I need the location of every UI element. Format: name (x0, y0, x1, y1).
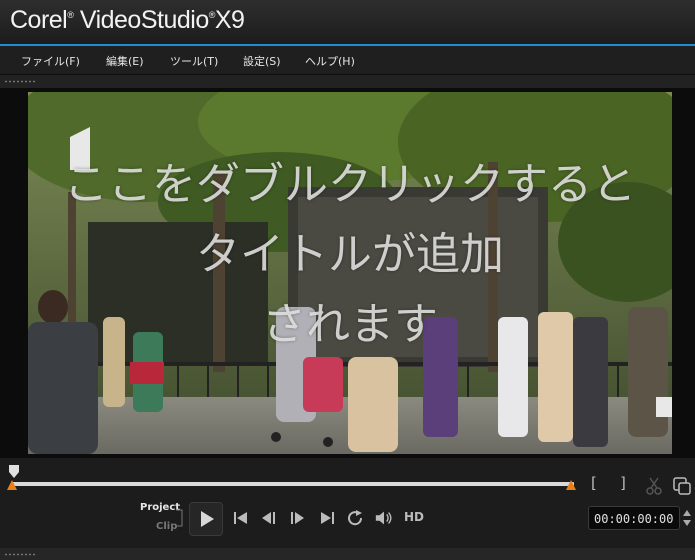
timecode-spinner-icon[interactable] (682, 508, 692, 528)
title-overlay-placeholder[interactable]: ここをダブルクリックすると タイトルが追加 されます (28, 150, 672, 360)
title-overlay-line: ここをダブルクリックすると (64, 159, 636, 210)
menu-settings[interactable]: 設定(S) (243, 53, 281, 69)
go-to-end-icon[interactable] (317, 509, 337, 527)
timecode-field[interactable]: 00:00:00:00 (588, 506, 680, 530)
bottom-grip-bar (0, 548, 695, 560)
project-mode-toggle[interactable]: Project (140, 502, 180, 513)
preview-window: ここをダブルクリックすると タイトルが追加 されます (0, 88, 695, 458)
previous-frame-icon[interactable] (259, 509, 279, 527)
go-to-start-icon[interactable] (231, 509, 251, 527)
video-preview[interactable]: ここをダブルクリックすると タイトルが追加 されます (28, 92, 672, 454)
scissors-icon[interactable] (645, 477, 663, 495)
scrubber-track[interactable] (12, 482, 574, 486)
play-button[interactable] (189, 502, 223, 536)
menu-tools[interactable]: ツール(T) (170, 53, 218, 69)
repeat-icon[interactable] (346, 509, 366, 527)
app-product: VideoStudio (79, 6, 209, 34)
mode-bracket-icon (176, 509, 183, 527)
menu-file[interactable]: ファイル(F) (21, 53, 80, 69)
playback-controls: [ ] Project Clip HD 00:00:00:00 (0, 458, 695, 548)
play-icon (201, 511, 214, 527)
title-overlay-line: されます (262, 299, 438, 350)
menu-help[interactable]: ヘルプ(H) (305, 53, 355, 69)
title-overlay-line: タイトルが追加 (196, 229, 504, 280)
app-brand: Corel (10, 6, 68, 34)
app-title: Corel® VideoStudio®X9 (10, 6, 245, 34)
title-bar: Corel® VideoStudio®X9 (0, 0, 695, 44)
trim-end-marker-icon[interactable] (566, 480, 576, 490)
trim-start-marker-icon[interactable] (7, 480, 17, 490)
mark-in-button[interactable]: [ (591, 474, 597, 492)
volume-icon[interactable] (374, 509, 394, 527)
app-version: X9 (214, 6, 245, 34)
menu-edit[interactable]: 編集(E) (106, 53, 144, 69)
mark-out-button[interactable]: ] (620, 474, 626, 492)
hd-preview-toggle[interactable]: HD (404, 510, 424, 524)
menu-bar: ファイル(F) 編集(E) ツール(T) 設定(S) ヘルプ(H) (0, 46, 695, 75)
next-frame-icon[interactable] (287, 509, 307, 527)
grip-handle-icon[interactable] (4, 553, 36, 556)
grip-handle-icon[interactable] (4, 80, 36, 83)
enlarge-preview-icon[interactable] (673, 477, 691, 495)
panel-grip-bar (0, 75, 695, 88)
scrubber-handle-icon[interactable] (8, 465, 20, 479)
clip-mode-toggle[interactable]: Clip (156, 521, 177, 532)
